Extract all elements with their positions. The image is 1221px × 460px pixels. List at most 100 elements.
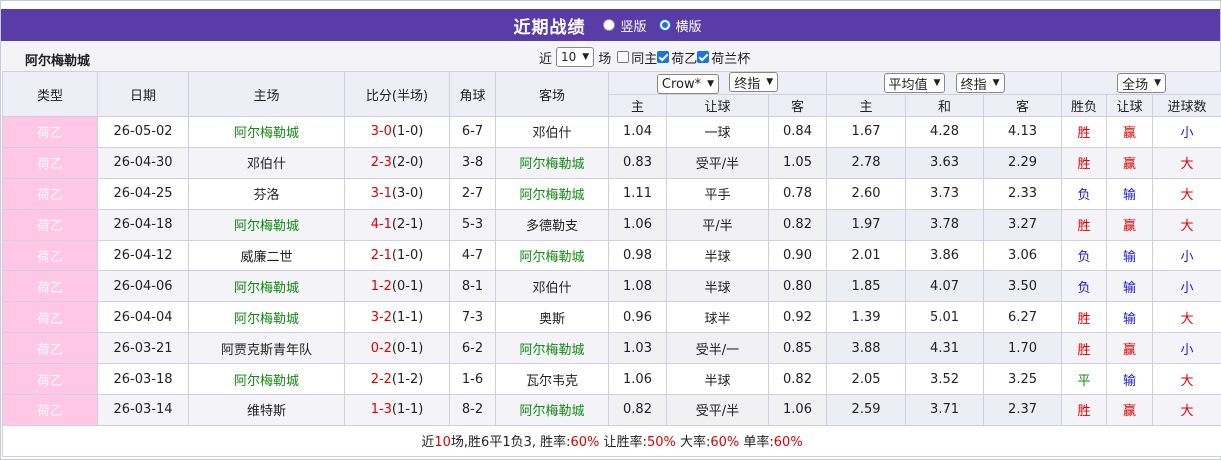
match-date: 26-04-04	[97, 301, 189, 334]
handicap-mode-select[interactable]: 终指 ▼	[729, 72, 779, 92]
away-team[interactable]: 奥斯	[495, 301, 609, 334]
company-select[interactable]: Crow* ▼	[656, 74, 720, 94]
half-score: (1-0)	[391, 124, 424, 140]
score-cell[interactable]: 0-2(0-1)	[344, 332, 450, 365]
checkbox-eerste-divisie[interactable]	[657, 51, 670, 63]
match-count-value: 10	[561, 50, 577, 64]
col-date: 日期	[97, 71, 189, 117]
match-date: 26-04-12	[97, 239, 189, 272]
type-badge[interactable]: 荷乙	[2, 177, 98, 210]
score-cell[interactable]: 3-1(3-0)	[344, 177, 450, 210]
type-badge[interactable]: 荷乙	[2, 239, 98, 272]
table-row: 荷乙 26-04-12 威廉二世 2-1(1-0) 4-7 阿尔梅勒城 0.98 半球 0.90…	[2, 239, 1221, 272]
euro-away: 1.70	[983, 332, 1063, 365]
type-badge[interactable]: 荷乙	[2, 363, 98, 396]
handicap: 球半	[666, 301, 769, 334]
type-badge[interactable]: 荷乙	[2, 146, 98, 179]
score-cell[interactable]: 1-2(0-1)	[344, 270, 450, 303]
away-team[interactable]: 阿尔梅勒城	[495, 332, 609, 365]
euro-draw: 3.63	[905, 146, 985, 179]
col-euro-away: 客	[983, 94, 1063, 117]
view-option-horizontal-label: 横版	[675, 19, 702, 35]
half-score: (1-1)	[391, 402, 424, 418]
home-team[interactable]: 芬洛	[188, 177, 345, 210]
away-team[interactable]: 邓伯什	[495, 270, 609, 303]
summary-hcp-label: 让胜率:	[599, 435, 647, 451]
away-team[interactable]: 瓦尔韦克	[495, 363, 609, 396]
euro-group-header: 平均值 ▼ 终指 ▼	[826, 71, 1063, 95]
away-team[interactable]: 阿尔梅勒城	[495, 177, 609, 210]
score-cell[interactable]: 2-1(1-0)	[344, 239, 450, 272]
company-value: Crow*	[661, 76, 702, 92]
euro-home: 2.01	[826, 239, 907, 272]
radio-vertical-icon[interactable]	[603, 19, 616, 31]
type-badge[interactable]: 荷乙	[2, 116, 98, 148]
type-badge[interactable]: 荷乙	[2, 301, 98, 334]
checkbox-same-home[interactable]	[617, 51, 630, 63]
table-row: 荷乙 26-03-21 阿贾克斯青年队 0-2(0-1) 6-2 阿尔梅勒城 1.03 受半/…	[2, 332, 1221, 365]
home-team[interactable]: 阿尔梅勒城	[188, 363, 345, 396]
view-option-vertical[interactable]: 竖版	[603, 16, 647, 35]
table-row: 荷乙 26-03-14 维特斯 1-3(1-1) 8-2 阿尔梅勒城 0.82 受平/半 1.0…	[2, 394, 1221, 426]
home-team[interactable]: 邓伯什	[188, 146, 345, 179]
away-team[interactable]: 阿尔梅勒城	[495, 394, 609, 426]
home-team[interactable]: 阿尔梅勒城	[188, 208, 345, 241]
scope-select[interactable]: 全场 ▼	[1117, 73, 1166, 93]
team-name: 阿尔梅勒城	[25, 54, 91, 69]
away-team[interactable]: 邓伯什	[495, 116, 609, 148]
handicap: 平手	[666, 177, 769, 210]
results-table: 类型 日期 主场 比分(半场) 角球 客场 Crow* ▼ 终指 ▼ 平均值 ▼ 终指…	[1, 71, 1221, 457]
type-badge[interactable]: 荷乙	[2, 208, 98, 241]
type-badge[interactable]: 荷乙	[2, 394, 98, 426]
euro-draw: 3.86	[905, 239, 985, 272]
win-loss: 胜	[1061, 394, 1108, 426]
full-score: 2-2	[370, 371, 392, 387]
home-team[interactable]: 维特斯	[188, 394, 345, 426]
score-cell[interactable]: 3-0(1-0)	[344, 116, 450, 148]
home-team[interactable]: 威廉二世	[188, 239, 345, 272]
euro-mode-select[interactable]: 平均值 ▼	[883, 73, 946, 93]
score-cell[interactable]: 4-1(2-1)	[344, 208, 450, 241]
type-badge[interactable]: 荷乙	[2, 332, 98, 365]
home-team[interactable]: 阿贾克斯青年队	[188, 332, 345, 365]
score-cell[interactable]: 2-2(1-2)	[344, 363, 450, 396]
goals-result: 大	[1152, 301, 1221, 334]
col-home: 主场	[188, 71, 345, 117]
score-cell[interactable]: 1-3(1-1)	[344, 394, 450, 426]
odds-away: 0.92	[767, 301, 828, 334]
score-cell[interactable]: 3-2(1-1)	[344, 301, 450, 334]
win-loss: 平	[1061, 363, 1108, 396]
away-team[interactable]: 多德勒支	[495, 208, 609, 241]
radio-horizontal-icon[interactable]	[658, 19, 671, 31]
checkbox-knvb-cup[interactable]	[697, 51, 710, 63]
col-odds-home: 主	[608, 94, 667, 117]
odds-home: 0.96	[608, 301, 667, 334]
match-date: 26-04-06	[97, 270, 189, 303]
match-count-select[interactable]: 10 ▼	[556, 47, 595, 67]
type-badge[interactable]: 荷乙	[2, 270, 98, 303]
handicap-result: 赢	[1106, 208, 1154, 241]
euro-home: 2.59	[826, 394, 907, 426]
euro-away: 2.37	[983, 394, 1063, 426]
summary-hcp-rate: 50%	[646, 435, 676, 451]
euro-away: 3.06	[983, 239, 1063, 272]
handicap: 受平/半	[666, 146, 769, 179]
euro-mode2-select[interactable]: 终指 ▼	[955, 73, 1005, 93]
result-group-header: 全场 ▼	[1061, 71, 1221, 95]
full-score: 1-2	[370, 278, 392, 294]
home-team[interactable]: 阿尔梅勒城	[188, 270, 345, 303]
score-cell[interactable]: 2-3(2-0)	[344, 146, 450, 179]
panel-title: 近期战绩	[513, 17, 586, 38]
home-team[interactable]: 阿尔梅勒城	[188, 301, 345, 334]
home-team[interactable]: 阿尔梅勒城	[188, 116, 345, 148]
odds-home: 1.03	[608, 332, 667, 365]
view-option-horizontal[interactable]: 横版	[658, 16, 702, 35]
away-team[interactable]: 阿尔梅勒城	[495, 146, 609, 179]
full-score: 2-3	[370, 155, 392, 171]
summary-big-rate: 60%	[710, 435, 740, 451]
view-option-vertical-label: 竖版	[620, 19, 647, 35]
handicap: 平/半	[666, 208, 769, 241]
away-team[interactable]: 阿尔梅勒城	[495, 239, 609, 272]
handicap-result: 赢	[1106, 332, 1154, 365]
full-score: 1-3	[370, 402, 392, 418]
